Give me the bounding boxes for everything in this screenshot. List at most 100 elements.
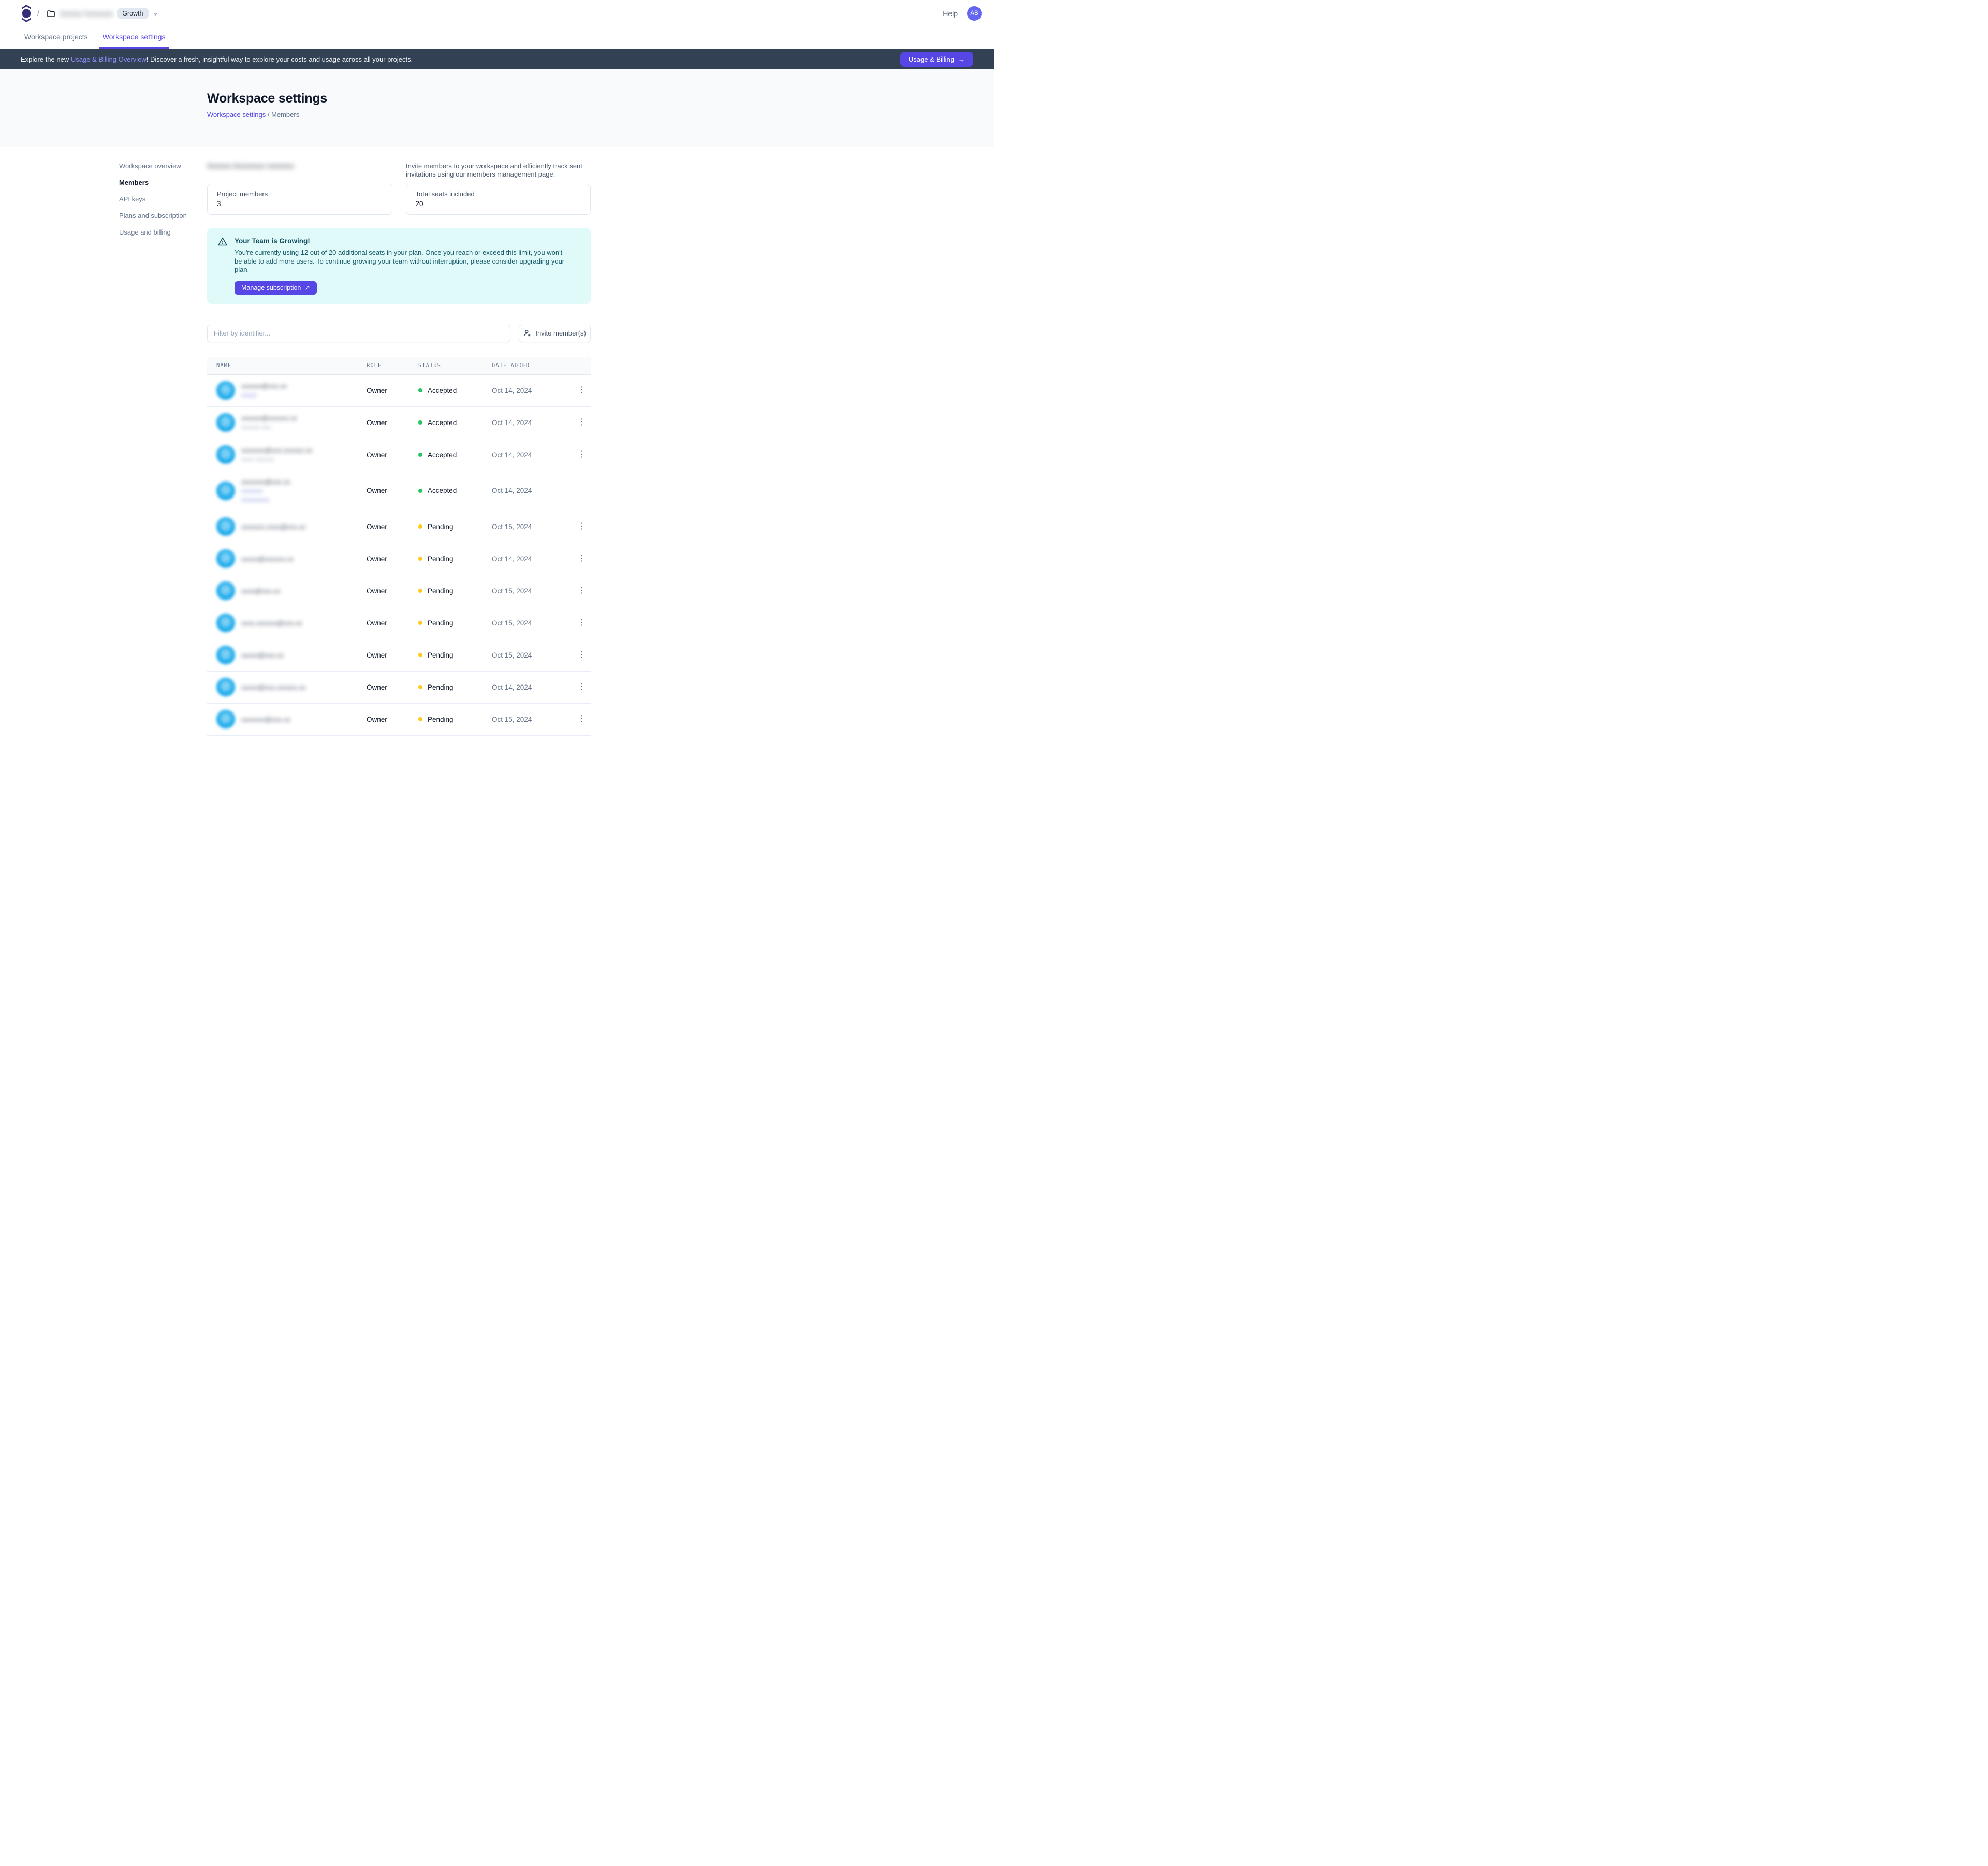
member-actions-cell: ⋮ <box>575 448 593 461</box>
row-menu-button[interactable]: ⋮ <box>575 648 588 662</box>
member-avatar <box>216 517 235 536</box>
member-actions-cell: ⋮ <box>575 552 593 565</box>
member-date-added: Oct 15, 2024 <box>492 716 575 723</box>
member-date-added: Oct 14, 2024 <box>492 387 575 395</box>
members-section-description: Invite members to your workspace and eff… <box>406 162 591 179</box>
table-row: xxxxxx@xxxxxx.xx xxxxxx xxx Owner Accept… <box>207 407 591 439</box>
workspace-switcher[interactable]: Xxxxxx Xxxxxxxx Growth <box>47 8 158 19</box>
member-name-cell: xxxxxxx@xxx.xx <box>207 710 367 728</box>
app-logo[interactable] <box>21 4 32 23</box>
status-dot <box>418 653 422 657</box>
status-label: Pending <box>428 555 454 563</box>
column-header-status: STATUS <box>418 362 492 369</box>
members-table: NAME ROLE STATUS DATE ADDED xxxxxx@xxx.x… <box>207 357 591 736</box>
sidebar-item-plans-subscription[interactable]: Plans and subscription <box>119 211 197 221</box>
member-date-added: Oct 14, 2024 <box>492 419 575 427</box>
banner-text: Explore the new Usage & Billing Overview… <box>21 55 413 63</box>
row-menu-button[interactable]: ⋮ <box>575 416 588 429</box>
stat-card-total-seats: Total seats included 20 <box>406 184 591 215</box>
member-email-redacted: xxxxxx@xxxxxx.xx <box>241 414 297 422</box>
table-row: xxxxxx@xxx.xx xxxxx Owner Accepted Oct 1… <box>207 375 591 407</box>
member-role: Owner <box>367 587 418 595</box>
table-row: xxxxxxx@xxx.xx Owner Pending Oct 15, 202… <box>207 704 591 736</box>
member-status-cell: Pending <box>418 523 492 531</box>
table-row: xxxx@xxx.xx Owner Pending Oct 15, 2024 ⋮ <box>207 575 591 607</box>
breadcrumb-workspace-settings-link[interactable]: Workspace settings <box>207 111 266 119</box>
status-dot <box>418 621 422 625</box>
team-growing-alert: Your Team is Growing! You're currently u… <box>207 228 591 304</box>
stat-label: Total seats included <box>416 190 581 198</box>
row-menu-button[interactable]: ⋮ <box>575 584 588 597</box>
member-name-cell: xxxxx@xxx.xxxxxx.xx <box>207 678 367 696</box>
member-subtext: xxxx xxxxxx <box>241 456 312 463</box>
status-label: Pending <box>428 716 454 723</box>
member-email-redacted: xxxx.xxxxxx@xxx.xx <box>241 619 302 627</box>
sidebar-item-members[interactable]: Members <box>119 178 197 187</box>
member-avatar <box>216 581 235 600</box>
row-menu-button[interactable]: ⋮ <box>575 384 588 397</box>
member-role: Owner <box>367 451 418 459</box>
column-header-date-added: DATE ADDED <box>492 362 575 369</box>
member-role: Owner <box>367 555 418 563</box>
status-label: Pending <box>428 619 454 627</box>
member-date-added: Oct 15, 2024 <box>492 651 575 659</box>
filter-input[interactable] <box>207 325 510 342</box>
help-link[interactable]: Help <box>943 9 958 18</box>
member-name-cell: xxxxxxx.xxxx@xxx.xx <box>207 517 367 536</box>
member-role: Owner <box>367 419 418 427</box>
row-menu-button[interactable]: ⋮ <box>575 448 588 461</box>
tab-workspace-settings[interactable]: Workspace settings <box>99 33 169 49</box>
breadcrumb-current: Members <box>271 111 299 119</box>
workspace-name-redacted: Xxxxxx Xxxxxxxx <box>60 10 113 18</box>
status-label: Accepted <box>428 419 457 427</box>
nav-right: Help AB <box>943 6 982 21</box>
usage-billing-button[interactable]: Usage & Billing→ <box>900 52 973 67</box>
member-subtext: xxxxx <box>241 391 287 399</box>
member-actions-cell: ⋮ <box>575 584 593 597</box>
member-status-cell: Pending <box>418 555 492 563</box>
plan-badge: Growth <box>117 8 148 19</box>
row-menu-button[interactable]: ⋮ <box>575 552 588 565</box>
table-row: xxxxxxx@xxx.xx xxxxxxxxxxxxxxxx Owner Ac… <box>207 471 591 511</box>
member-email-redacted: xxxxxxx@xxx.xx <box>241 716 290 723</box>
member-role: Owner <box>367 683 418 691</box>
manage-subscription-button[interactable]: Manage subscription↗ <box>235 281 317 295</box>
stat-card-project-members: Project members 3 <box>207 184 392 215</box>
sidebar-item-workspace-overview[interactable]: Workspace overview <box>119 161 197 171</box>
member-role: Owner <box>367 487 418 494</box>
column-header-name: NAME <box>207 362 367 369</box>
sidebar-item-usage-billing[interactable]: Usage and billing <box>119 227 197 237</box>
filter-row: Invite member(s) <box>207 325 591 342</box>
member-date-added: Oct 15, 2024 <box>492 619 575 627</box>
row-menu-button[interactable]: ⋮ <box>575 520 588 533</box>
member-status-cell: Pending <box>418 716 492 723</box>
tab-workspace-projects[interactable]: Workspace projects <box>21 33 92 49</box>
invite-members-button[interactable]: Invite member(s) <box>519 325 591 342</box>
sidebar-item-api-keys[interactable]: API keys <box>119 194 197 204</box>
banner-usage-billing-link[interactable]: Usage & Billing Overview <box>71 55 147 63</box>
members-table-body: xxxxxx@xxx.xx xxxxx Owner Accepted Oct 1… <box>207 375 591 736</box>
row-menu-button[interactable]: ⋮ <box>575 616 588 630</box>
top-nav: / Xxxxxx Xxxxxxxx Growth Help AB <box>0 0 994 27</box>
member-role: Owner <box>367 523 418 531</box>
member-status-cell: Pending <box>418 587 492 595</box>
arrow-right-icon: → <box>958 55 965 63</box>
member-status-cell: Pending <box>418 683 492 691</box>
member-avatar <box>216 549 235 568</box>
member-email-redacted: xxxxxxx.xxxx@xxx.xx <box>241 523 305 531</box>
usage-billing-banner: Explore the new Usage & Billing Overview… <box>0 49 994 69</box>
row-menu-button[interactable]: ⋮ <box>575 680 588 694</box>
member-avatar <box>216 678 235 696</box>
person-plus-icon <box>523 329 531 337</box>
member-avatar <box>216 413 235 432</box>
status-dot <box>418 388 422 392</box>
status-label: Accepted <box>428 487 457 494</box>
member-status-cell: Accepted <box>418 387 492 395</box>
status-label: Accepted <box>428 387 457 395</box>
status-dot <box>418 420 422 425</box>
alert-body: You're currently using 12 out of 20 addi… <box>235 249 570 274</box>
user-avatar[interactable]: AB <box>967 6 982 21</box>
row-menu-button[interactable]: ⋮ <box>575 712 588 726</box>
chevron-down-icon <box>153 11 158 17</box>
breadcrumb: Workspace settings / Members <box>207 111 994 119</box>
